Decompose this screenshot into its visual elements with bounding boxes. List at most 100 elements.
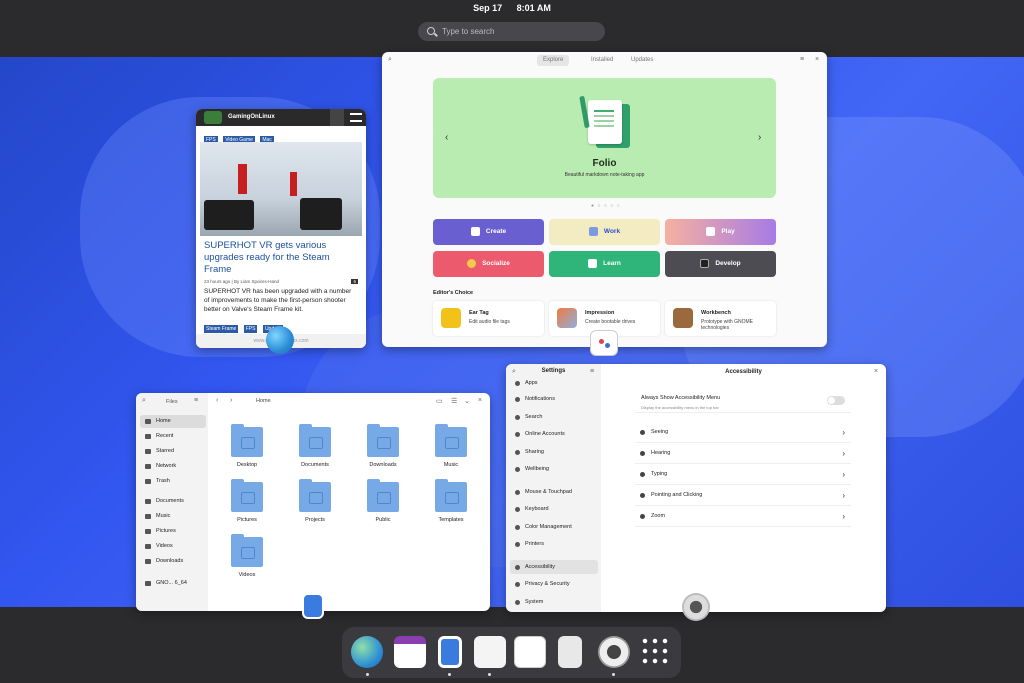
sidebar-item-privacy[interactable]: Privacy & Security — [510, 577, 598, 591]
comment-count[interactable]: 6 — [351, 279, 358, 284]
sidebar-label: Documents — [156, 498, 184, 504]
files-icon[interactable] — [302, 593, 324, 619]
sidebar-item-keyboard[interactable]: Keyboard — [510, 502, 598, 516]
sidebar-item-search[interactable]: Search — [510, 410, 598, 424]
sidebar-item-apps[interactable]: Apps — [510, 376, 598, 390]
web-browser-icon[interactable] — [266, 326, 294, 354]
folder-pictures[interactable]: Pictures — [222, 479, 272, 530]
settings-icon[interactable] — [682, 593, 710, 621]
calendar-icon[interactable] — [394, 636, 426, 668]
calculator-icon[interactable] — [558, 636, 582, 668]
sidebar-item-music[interactable]: Music — [140, 510, 206, 523]
sidebar-item-online-accounts[interactable]: Online Accounts — [510, 427, 598, 441]
category-socialize[interactable]: Socialize — [433, 251, 544, 277]
folder-templates[interactable]: Templates — [426, 479, 476, 530]
software-icon[interactable] — [474, 636, 506, 668]
app-card-workbench[interactable]: Workbench Prototype with GNOME technolog… — [665, 301, 776, 336]
settings-window[interactable]: ⌕ Settings ≡ Apps Notifications Search O… — [506, 364, 886, 612]
folder-videos[interactable]: Videos — [222, 534, 272, 585]
menu-icon[interactable] — [350, 113, 362, 122]
chevron-down-icon[interactable]: ⌄ — [464, 397, 470, 405]
accessibility-menu-toggle[interactable] — [827, 396, 845, 405]
sidebar-item-printers[interactable]: Printers — [510, 537, 598, 551]
sidebar-item-accessibility[interactable]: Accessibility — [510, 560, 598, 574]
category-play[interactable]: Play — [665, 219, 776, 245]
article-headline[interactable]: SUPERHOT VR gets various upgrades ready … — [196, 236, 366, 276]
sidebar-item-drive[interactable]: GNO... 6_64 — [140, 577, 206, 590]
forward-icon[interactable]: › — [230, 397, 232, 404]
site-name[interactable]: GamingOnLinux — [228, 114, 275, 120]
browser-window[interactable]: GamingOnLinux FPS Video Game Mac SUPERHO… — [196, 109, 366, 348]
sidebar-item-color-management[interactable]: Color Management — [510, 520, 598, 534]
sidebar-item-pictures[interactable]: Pictures — [140, 525, 206, 538]
close-icon[interactable]: × — [874, 368, 878, 375]
sidebar-item-home[interactable]: Home — [140, 415, 206, 428]
workbench-icon — [673, 308, 693, 328]
search-icon[interactable]: ⌕ — [388, 56, 392, 64]
tag[interactable]: FPS — [243, 325, 258, 333]
settings-icon[interactable] — [598, 636, 630, 668]
sidebar-item-sharing[interactable]: Sharing — [510, 445, 598, 459]
folder-public[interactable]: Public — [358, 479, 408, 530]
sidebar-item-mouse-touchpad[interactable]: Mouse & Touchpad — [510, 485, 598, 499]
text-editor-icon[interactable] — [514, 636, 546, 668]
article-image[interactable] — [200, 142, 362, 236]
featured-banner[interactable]: Folio Beautiful markdown note-taking app… — [433, 78, 776, 198]
category-learn[interactable]: Learn — [549, 251, 660, 277]
folder-projects[interactable]: Projects — [290, 479, 340, 530]
search-input[interactable]: Type to search — [418, 22, 605, 41]
sidebar-item-network[interactable]: Network — [140, 460, 206, 473]
sidebar-item-notifications[interactable]: Notifications — [510, 392, 598, 406]
folder-music[interactable]: Music — [426, 424, 476, 475]
menu-icon[interactable]: ≡ — [590, 368, 594, 375]
tab-explore[interactable]: Explore — [537, 55, 570, 66]
folder-downloads[interactable]: Downloads — [358, 424, 408, 475]
clock-label[interactable]: 8:01 AM — [517, 3, 551, 13]
app-grid-icon[interactable] — [640, 636, 672, 668]
sidebar-item-system[interactable]: System — [510, 595, 598, 609]
new-folder-icon[interactable]: ▭ — [436, 397, 443, 405]
gun-hand — [204, 200, 254, 230]
menu-icon[interactable]: ≡ — [194, 397, 198, 404]
view-list-icon[interactable]: ☰ — [451, 397, 457, 405]
always-show-menu-row[interactable]: Always Show Accessibility Menu Display t… — [635, 390, 851, 413]
category-create[interactable]: Create — [433, 219, 544, 245]
close-icon[interactable]: × — [478, 397, 482, 404]
files-icon[interactable] — [438, 636, 462, 668]
app-card-ear-tag[interactable]: Ear Tag Edit audio file tags — [433, 301, 544, 336]
row-typing[interactable]: Typing › — [635, 464, 851, 485]
search-icon[interactable]: ⌕ — [142, 397, 146, 405]
back-icon[interactable]: ‹ — [216, 397, 218, 404]
software-icon[interactable] — [590, 330, 618, 356]
software-window[interactable]: ⌕ Explore Installed Updates ≡ × Folio Be… — [382, 52, 827, 347]
tab-updates[interactable]: Updates — [625, 55, 659, 66]
row-zoom[interactable]: Zoom › — [635, 506, 851, 527]
row-hearing[interactable]: Hearing › — [635, 443, 851, 464]
files-window[interactable]: ⌕ Files ≡ Home Recent Starred Network Tr… — [136, 393, 490, 611]
sidebar-item-recent[interactable]: Recent — [140, 430, 206, 443]
search-icon[interactable] — [330, 109, 344, 126]
sidebar-item-wellbeing[interactable]: Wellbeing — [510, 462, 598, 476]
sidebar-item-downloads[interactable]: Downloads — [140, 555, 206, 568]
web-browser-icon[interactable] — [351, 636, 383, 668]
row-pointing-clicking[interactable]: Pointing and Clicking › — [635, 485, 851, 506]
tab-installed[interactable]: Installed — [585, 55, 619, 66]
menu-icon[interactable]: ≡ — [800, 56, 804, 63]
carousel-dots[interactable]: ● ○ ○ ○ ○ — [591, 203, 621, 209]
breadcrumb[interactable]: Home — [256, 398, 271, 404]
date-label[interactable]: Sep 17 — [473, 3, 502, 13]
folder-desktop[interactable]: Desktop — [222, 424, 272, 475]
category-develop[interactable]: Develop — [665, 251, 776, 277]
sidebar-item-documents[interactable]: Documents — [140, 495, 206, 508]
tag[interactable]: Steam Frame — [204, 325, 239, 333]
close-icon[interactable]: × — [815, 56, 819, 63]
sidebar-item-starred[interactable]: Starred — [140, 445, 206, 458]
category-work[interactable]: Work — [549, 219, 660, 245]
folder-documents[interactable]: Documents — [290, 424, 340, 475]
sidebar-item-trash[interactable]: Trash — [140, 475, 206, 488]
chevron-right-icon[interactable]: › — [758, 132, 761, 143]
files-sidebar: ⌕ Files ≡ Home Recent Starred Network Tr… — [136, 393, 208, 611]
sidebar-item-videos[interactable]: Videos — [140, 540, 206, 553]
chevron-left-icon[interactable]: ‹ — [445, 132, 448, 143]
row-seeing[interactable]: Seeing › — [635, 422, 851, 443]
